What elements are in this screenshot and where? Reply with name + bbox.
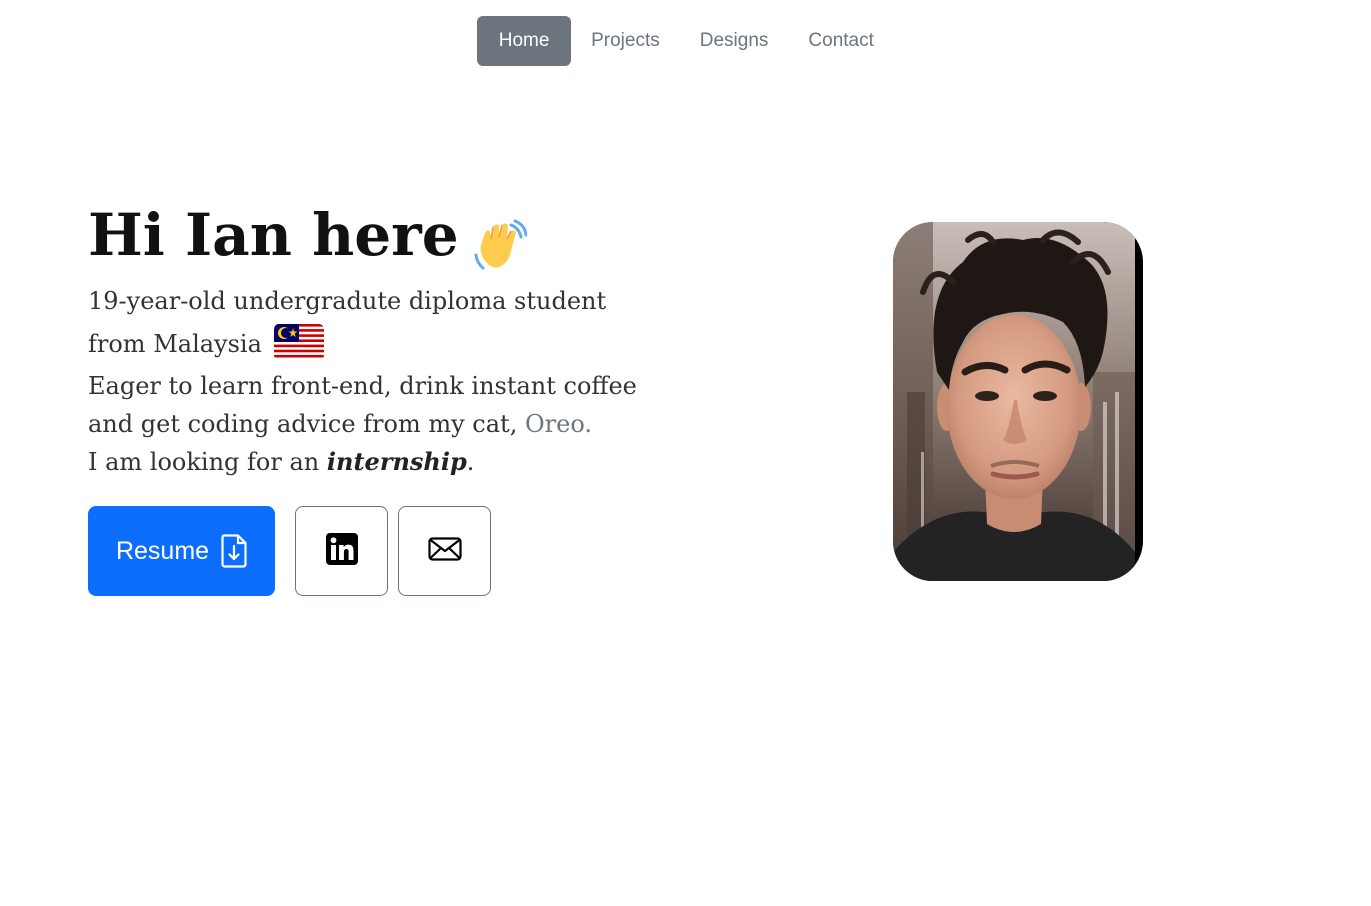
top-nav: Home Projects Designs Contact <box>0 16 1371 66</box>
profile-photo <box>893 222 1143 581</box>
subtitle-line2: from Malaysia <box>88 330 262 358</box>
subtitle-line1: 19-year-old undergradute diploma student <box>88 287 607 315</box>
nav-contact[interactable]: Contact <box>788 16 893 66</box>
desc-line2: and get coding advice from my cat, <box>88 409 518 438</box>
profile-photo-image <box>893 222 1135 581</box>
nav-designs[interactable]: Designs <box>680 16 789 66</box>
hero-subtitle: 19-year-old undergradute diploma student… <box>88 280 688 366</box>
waving-hand-icon <box>473 208 528 270</box>
linkedin-button[interactable] <box>295 506 388 596</box>
nav-home[interactable]: Home <box>477 16 572 66</box>
hero-section: Hi Ian here 19-year-old undergradute dip… <box>88 190 688 482</box>
resume-button[interactable]: Resume <box>88 506 275 596</box>
desc-line3: I am looking for an <box>88 448 320 476</box>
hero-description: Eager to learn front-end, drink instant … <box>88 368 688 482</box>
hero-title: Hi Ian here <box>88 201 459 269</box>
internship-text: internship <box>326 447 467 476</box>
action-buttons: Resume <box>88 506 491 596</box>
cat-name: Oreo. <box>524 409 592 438</box>
resume-label: Resume <box>115 536 210 565</box>
desc-line1: Eager to learn front-end, drink instant … <box>88 372 637 400</box>
email-button[interactable] <box>398 506 491 596</box>
desc-line3-suffix: . <box>466 448 475 476</box>
file-download-icon <box>221 534 247 568</box>
hero-title-row: Hi Ian here <box>88 190 688 280</box>
nav-projects[interactable]: Projects <box>571 16 680 66</box>
envelope-icon <box>427 536 462 566</box>
linkedin-icon <box>325 533 358 569</box>
malaysia-flag-icon <box>273 324 324 360</box>
